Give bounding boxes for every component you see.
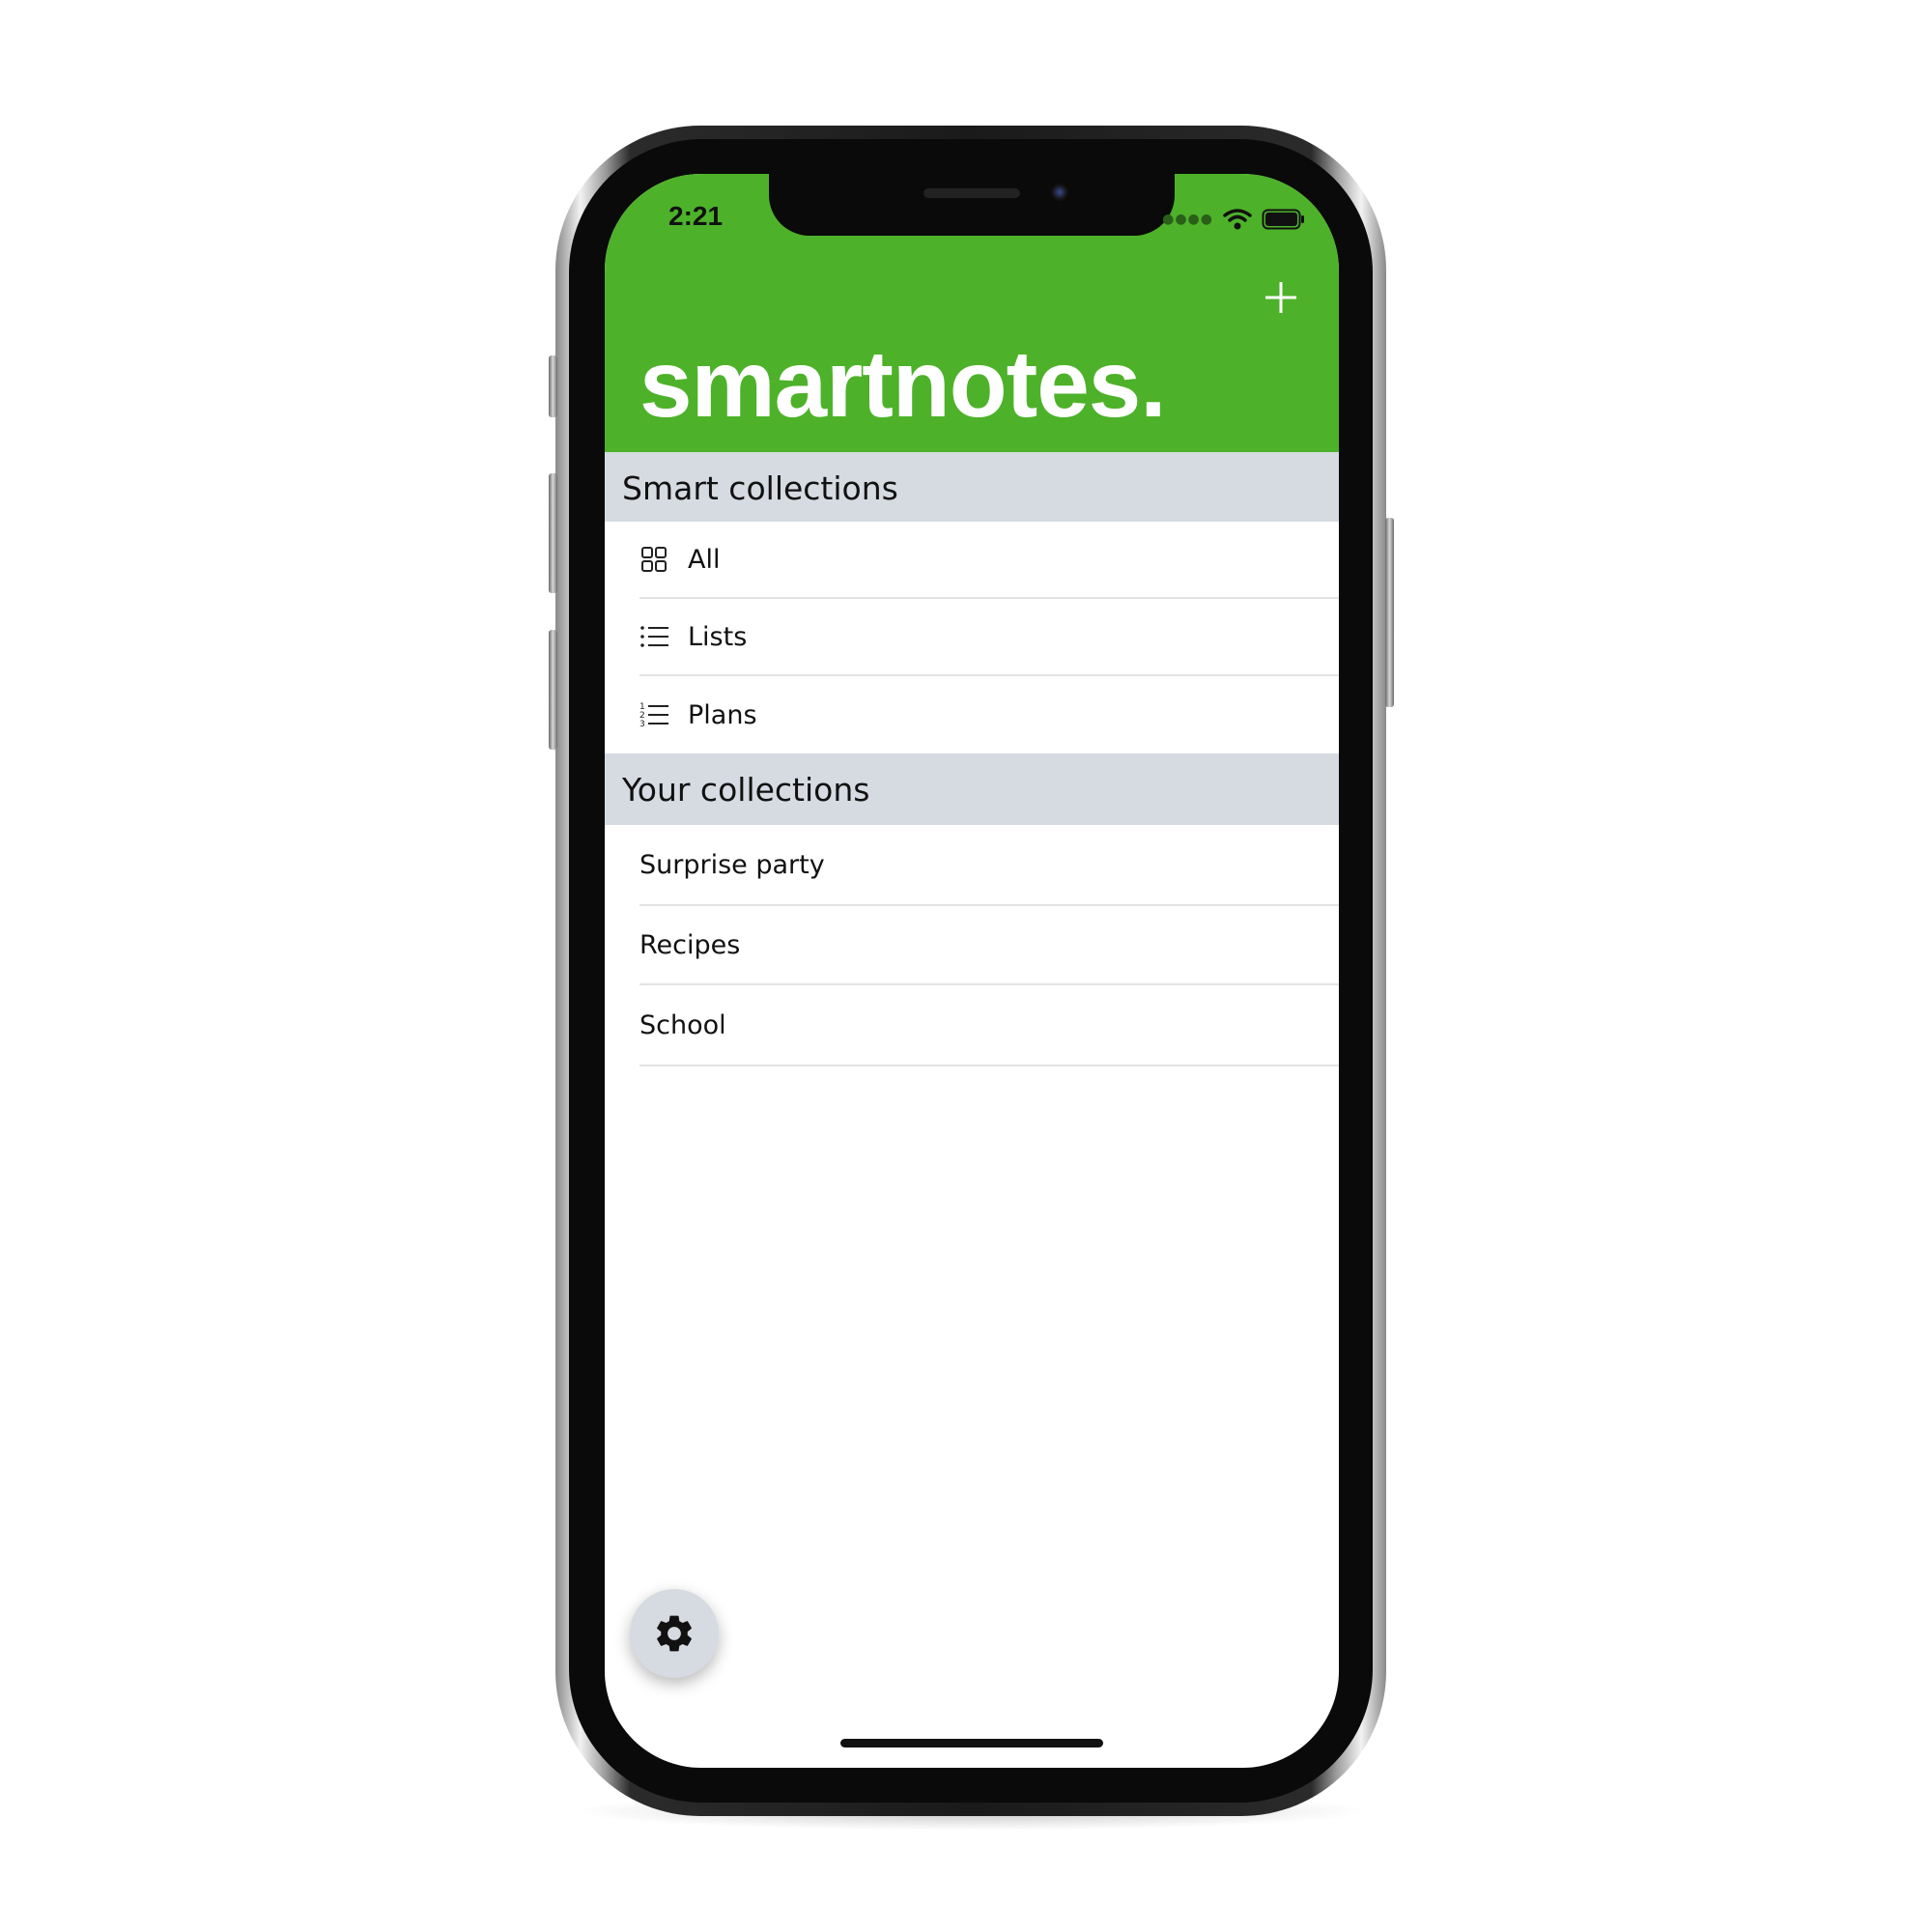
app-header: 2:21 ●●●● smartnotes. — [605, 174, 1339, 452]
settings-button[interactable] — [630, 1589, 719, 1678]
collection-label: Recipes — [639, 929, 741, 960]
app-screen: 2:21 ●●●● smartnotes. Smart collections — [605, 174, 1339, 1768]
numbered-list-icon: 1 2 3 — [639, 698, 672, 731]
collection-recipes[interactable]: Recipes — [639, 906, 1339, 985]
app-title: smartnotes. — [639, 330, 1167, 437]
smart-collection-label: Lists — [688, 621, 748, 652]
notch — [769, 174, 1175, 236]
smart-collection-lists[interactable]: Lists — [639, 599, 1339, 676]
silent-switch — [549, 355, 557, 417]
home-indicator[interactable] — [840, 1739, 1103, 1747]
volume-up-button — [549, 473, 557, 593]
collection-school[interactable]: School — [639, 985, 1339, 1066]
grid-icon — [639, 543, 672, 576]
smart-collections-heading: Smart collections — [605, 452, 1339, 522]
smart-collection-label: All — [688, 544, 721, 575]
gear-icon — [657, 1615, 692, 1652]
plus-icon — [1265, 282, 1296, 313]
svg-text:3: 3 — [639, 720, 645, 729]
smart-collection-label: Plans — [688, 699, 757, 730]
power-button — [1385, 518, 1394, 707]
status-indicators: ●●●● — [1162, 205, 1306, 234]
list-icon — [639, 620, 672, 653]
collection-label: Surprise party — [639, 849, 825, 880]
speaker-grille — [923, 188, 1020, 198]
status-time: 2:21 — [668, 201, 724, 231]
smart-collection-plans[interactable]: 1 2 3 Plans — [639, 676, 1339, 753]
signal-dots-icon: ●●●● — [1162, 212, 1213, 227]
collection-label: School — [639, 1009, 726, 1040]
camera-icon — [1051, 184, 1068, 201]
collection-surprise-party[interactable]: Surprise party — [639, 825, 1339, 906]
wifi-icon — [1223, 209, 1252, 230]
add-collection-button[interactable] — [1252, 269, 1310, 327]
battery-icon — [1262, 209, 1304, 230]
smart-collection-all[interactable]: All — [639, 522, 1339, 599]
your-collections-heading: Your collections — [605, 753, 1339, 825]
volume-down-button — [549, 630, 557, 750]
